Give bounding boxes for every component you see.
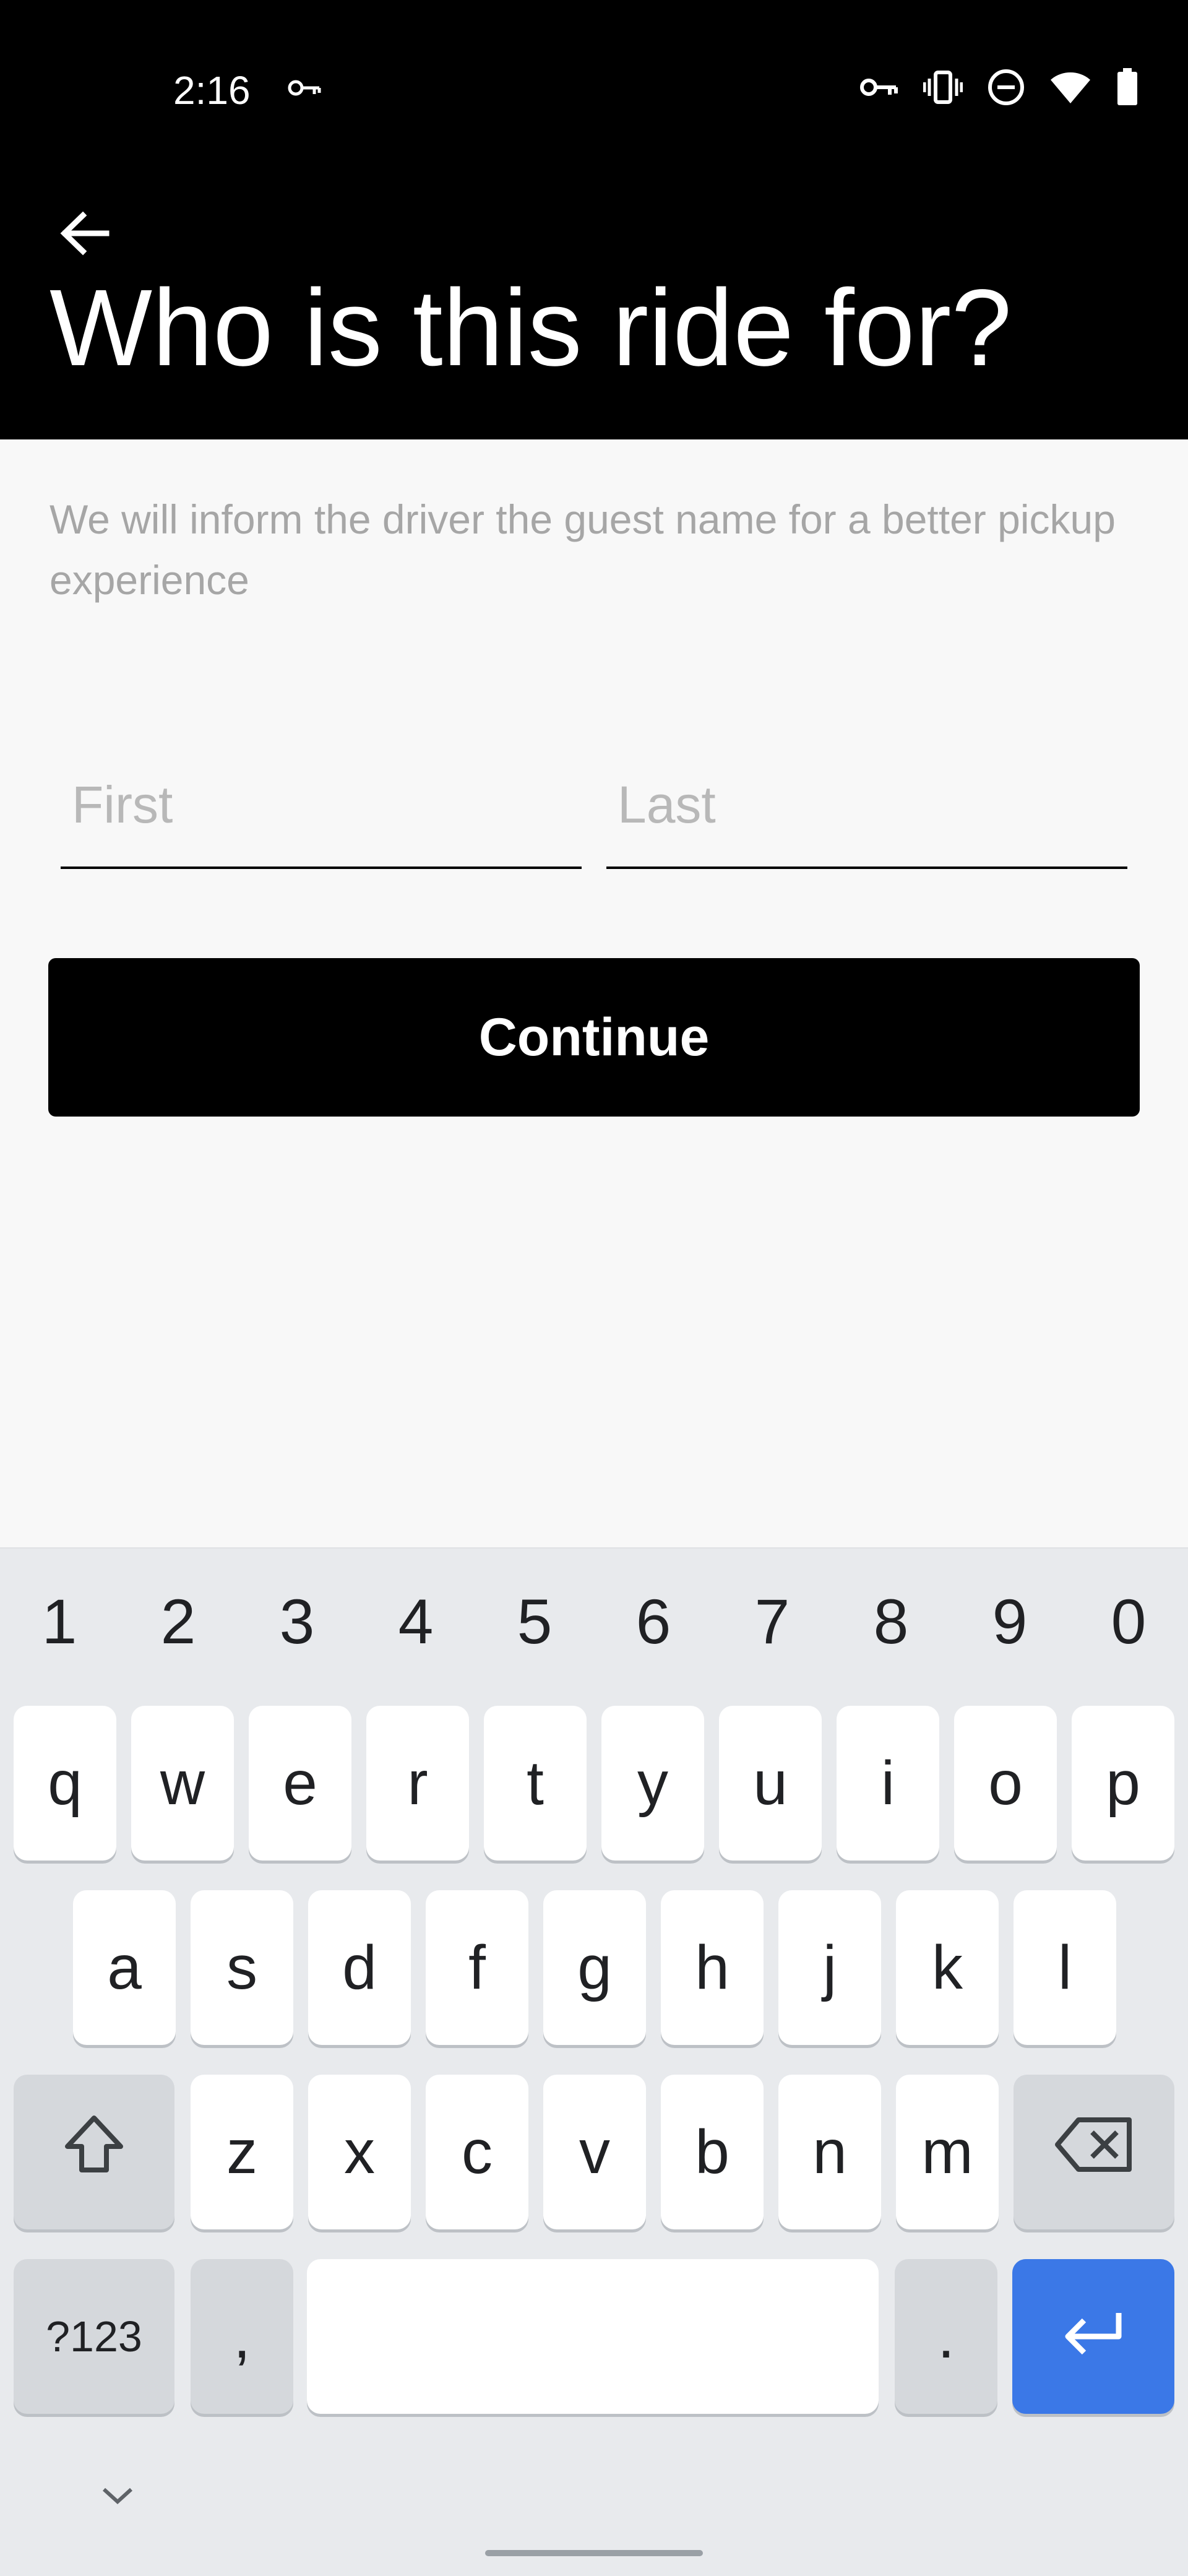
key-6[interactable]: 6 xyxy=(595,1586,712,1658)
key-5[interactable]: 5 xyxy=(476,1586,593,1658)
space-key[interactable] xyxy=(307,2259,879,2414)
page-title: Who is this ride for? xyxy=(50,267,1012,389)
key-j[interactable]: j xyxy=(778,1890,881,2045)
key-y[interactable]: y xyxy=(601,1706,704,1861)
key-w[interactable]: w xyxy=(131,1706,234,1861)
key-a[interactable]: a xyxy=(73,1890,176,2045)
battery-icon xyxy=(1116,68,1138,110)
key-9[interactable]: 9 xyxy=(951,1586,1069,1658)
do-not-disturb-icon xyxy=(988,69,1025,109)
enter-icon xyxy=(1059,2301,1127,2372)
period-key[interactable]: . xyxy=(895,2259,997,2414)
key-m[interactable]: m xyxy=(896,2075,999,2229)
key-t[interactable]: t xyxy=(484,1706,587,1861)
first-name-input[interactable] xyxy=(61,767,593,842)
keyboard-number-row: 1 2 3 4 5 6 7 8 9 0 xyxy=(0,1586,1188,1658)
vpn-key-icon xyxy=(287,78,322,101)
key-c[interactable]: c xyxy=(426,2075,528,2229)
enter-key[interactable] xyxy=(1012,2259,1174,2414)
vibrate-icon xyxy=(923,70,963,108)
first-name-field-container xyxy=(61,767,593,869)
keyboard: 1 2 3 4 5 6 7 8 9 0 q w e r t y u i o p … xyxy=(0,1547,1188,2576)
key-3[interactable]: 3 xyxy=(238,1586,356,1658)
key-r[interactable]: r xyxy=(366,1706,469,1861)
status-icons xyxy=(859,68,1138,110)
key-g[interactable]: g xyxy=(543,1890,646,2045)
key-z[interactable]: z xyxy=(191,2075,293,2229)
key-l[interactable]: l xyxy=(1014,1890,1116,2045)
key-o[interactable]: o xyxy=(954,1706,1057,1861)
shift-key[interactable] xyxy=(14,2075,174,2229)
shift-icon xyxy=(60,2111,128,2193)
chevron-down-icon[interactable] xyxy=(99,2483,136,2511)
key-f[interactable]: f xyxy=(426,1890,528,2045)
key-v[interactable]: v xyxy=(543,2075,646,2229)
status-time: 2:16 xyxy=(173,68,251,113)
symbols-key[interactable]: ?123 xyxy=(14,2259,174,2414)
key-4[interactable]: 4 xyxy=(357,1586,475,1658)
backspace-key[interactable] xyxy=(1014,2075,1174,2229)
arrow-left-icon[interactable] xyxy=(57,205,113,264)
key-1[interactable]: 1 xyxy=(1,1586,118,1658)
key-i[interactable]: i xyxy=(837,1706,939,1861)
key-d[interactable]: d xyxy=(308,1890,411,2045)
key-n[interactable]: n xyxy=(778,2075,881,2229)
key-2[interactable]: 2 xyxy=(119,1586,237,1658)
navigation-handle[interactable] xyxy=(485,2550,703,2556)
last-name-field-container xyxy=(606,767,1138,869)
key-8[interactable]: 8 xyxy=(832,1586,950,1658)
key-0[interactable]: 0 xyxy=(1070,1586,1187,1658)
header: 2:16 Who is this ride for? xyxy=(0,0,1188,439)
last-name-input[interactable] xyxy=(606,767,1138,842)
continue-button[interactable]: Continue xyxy=(48,958,1140,1117)
key-h[interactable]: h xyxy=(661,1890,764,2045)
key-7[interactable]: 7 xyxy=(713,1586,831,1658)
vpn-key-icon xyxy=(859,76,898,102)
backspace-icon xyxy=(1054,2115,1134,2189)
key-b[interactable]: b xyxy=(661,2075,764,2229)
key-q[interactable]: q xyxy=(14,1706,116,1861)
comma-key[interactable]: , xyxy=(191,2259,293,2414)
key-e[interactable]: e xyxy=(249,1706,351,1861)
key-s[interactable]: s xyxy=(191,1890,293,2045)
key-p[interactable]: p xyxy=(1072,1706,1174,1861)
key-k[interactable]: k xyxy=(896,1890,999,2045)
key-u[interactable]: u xyxy=(719,1706,822,1861)
wifi-icon xyxy=(1049,70,1091,108)
subtitle-text: We will inform the driver the guest name… xyxy=(50,496,1116,603)
key-x[interactable]: x xyxy=(308,2075,411,2229)
